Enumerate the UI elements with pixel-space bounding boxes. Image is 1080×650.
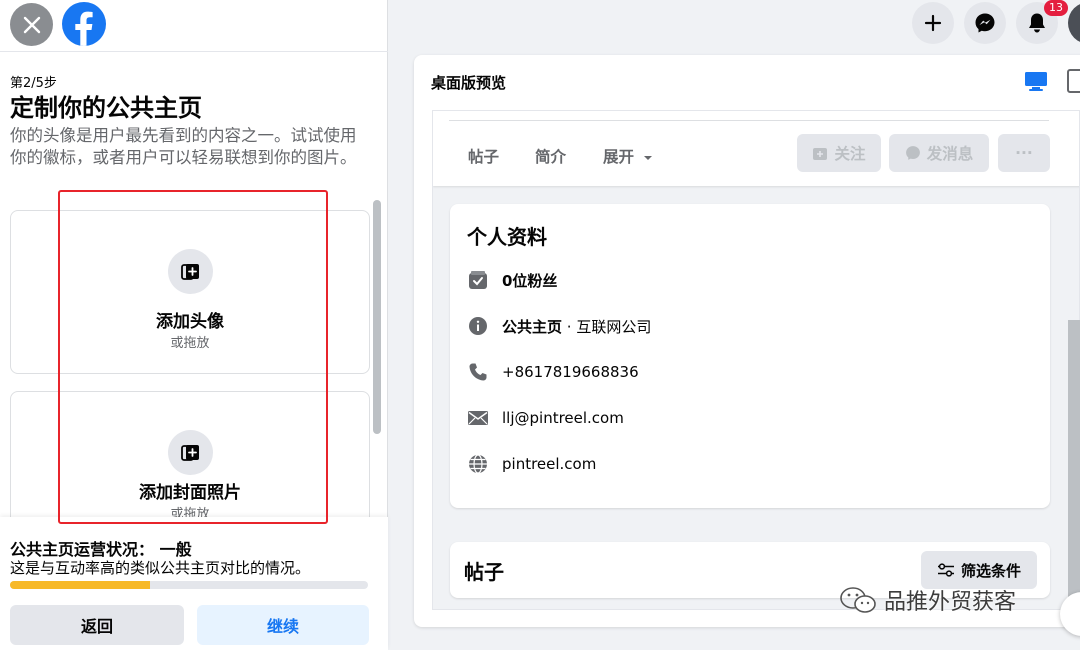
followers-icon (467, 269, 489, 291)
notification-badge: 13 (1044, 0, 1068, 16)
close-button[interactable] (10, 3, 53, 46)
tab-more[interactable]: 展开 (603, 145, 653, 167)
desktop-view-button[interactable] (1024, 70, 1048, 96)
scrollbar-thumb[interactable] (373, 200, 381, 434)
close-icon (23, 16, 40, 33)
continue-button[interactable]: 继续 (197, 605, 369, 645)
category-bold: 公共主页 (502, 317, 563, 336)
tab-posts[interactable]: 帖子 (468, 145, 499, 167)
annotation-highlight-box (58, 190, 328, 524)
create-button[interactable] (912, 2, 954, 44)
profile-title: 个人资料 (467, 225, 547, 249)
tab-about[interactable]: 简介 (535, 145, 566, 167)
category-text: · 互联网公司 (562, 317, 652, 336)
message-button[interactable]: 发消息 (889, 134, 989, 172)
back-button[interactable]: 返回 (10, 605, 184, 645)
message-label: 发消息 (926, 145, 974, 163)
messenger-button[interactable] (964, 2, 1006, 44)
wechat-icon (840, 587, 876, 613)
account-avatar[interactable] (1068, 2, 1080, 44)
watermark-text: 品推外贸获客 (884, 590, 1017, 615)
filter-icon (937, 563, 954, 577)
desktop-preview-panel: 桌面版预览 帖子 简介 展开 关注 发消息 ··· 个人资料 0位粉丝 公共主页… (414, 55, 1080, 627)
setup-topbar (0, 0, 388, 52)
footer-panel: 公共主页运营状况： 一般 这是与互动率高的类似公共主页对比的情况。 返回 继续 (0, 517, 388, 650)
category-row: 公共主页 · 互联网公司 (467, 314, 651, 338)
tablet-icon (1067, 69, 1080, 93)
page-description: 你的头像是用户最先看到的内容之一。试试使用你的徽标，或者用户可以轻易联想到你的图… (10, 126, 357, 167)
health-progress-bar (10, 581, 368, 589)
page-nav-bar: 帖子 简介 展开 关注 发消息 ··· (433, 111, 1079, 186)
mobile-view-button[interactable] (1066, 69, 1080, 97)
email-text: llj@pintreel.com (502, 409, 624, 427)
website-row: pintreel.com (467, 452, 596, 476)
info-icon (467, 315, 489, 337)
more-options-button[interactable]: ··· (998, 134, 1050, 172)
profile-card: 个人资料 0位粉丝 公共主页 · 互联网公司 +8617819668836 ll… (450, 204, 1050, 508)
bell-icon (1029, 13, 1045, 33)
plus-icon (924, 14, 942, 32)
email-icon (467, 407, 489, 429)
page-preview: 帖子 简介 展开 关注 发消息 ··· 个人资料 0位粉丝 公共主页 · 互联网… (432, 110, 1080, 610)
divider (449, 120, 1049, 121)
follow-button[interactable]: 关注 (797, 134, 881, 172)
phone-text: +8617819668836 (502, 363, 639, 381)
followers-row: 0位粉丝 (467, 268, 557, 292)
follow-label: 关注 (834, 145, 866, 163)
facebook-f-icon (75, 11, 93, 46)
chevron-down-icon (644, 156, 653, 160)
email-row: llj@pintreel.com (467, 406, 624, 430)
website-text: pintreel.com (502, 455, 597, 473)
globe-icon (467, 453, 489, 475)
messenger-icon (905, 146, 920, 160)
phone-row: +8617819668836 (467, 360, 639, 384)
follow-icon (813, 148, 828, 160)
health-description: 这是与互动率高的类似公共主页对比的情况。 (10, 559, 311, 577)
page-title: 定制你的公共主页 (10, 94, 202, 122)
health-progress-fill (10, 581, 150, 589)
facebook-logo[interactable] (62, 2, 106, 46)
messenger-icon (975, 13, 995, 33)
desktop-icon (1025, 72, 1047, 91)
page-scrollbar[interactable] (1068, 320, 1080, 610)
preview-title: 桌面版预览 (431, 74, 507, 92)
phone-icon (467, 361, 489, 383)
watermark: 品推外贸获客 (838, 584, 1016, 616)
filter-label: 筛选条件 (960, 561, 1021, 580)
tab-more-label: 展开 (603, 148, 635, 166)
followers-text: 0位粉丝 (502, 271, 558, 290)
posts-title: 帖子 (464, 560, 504, 584)
